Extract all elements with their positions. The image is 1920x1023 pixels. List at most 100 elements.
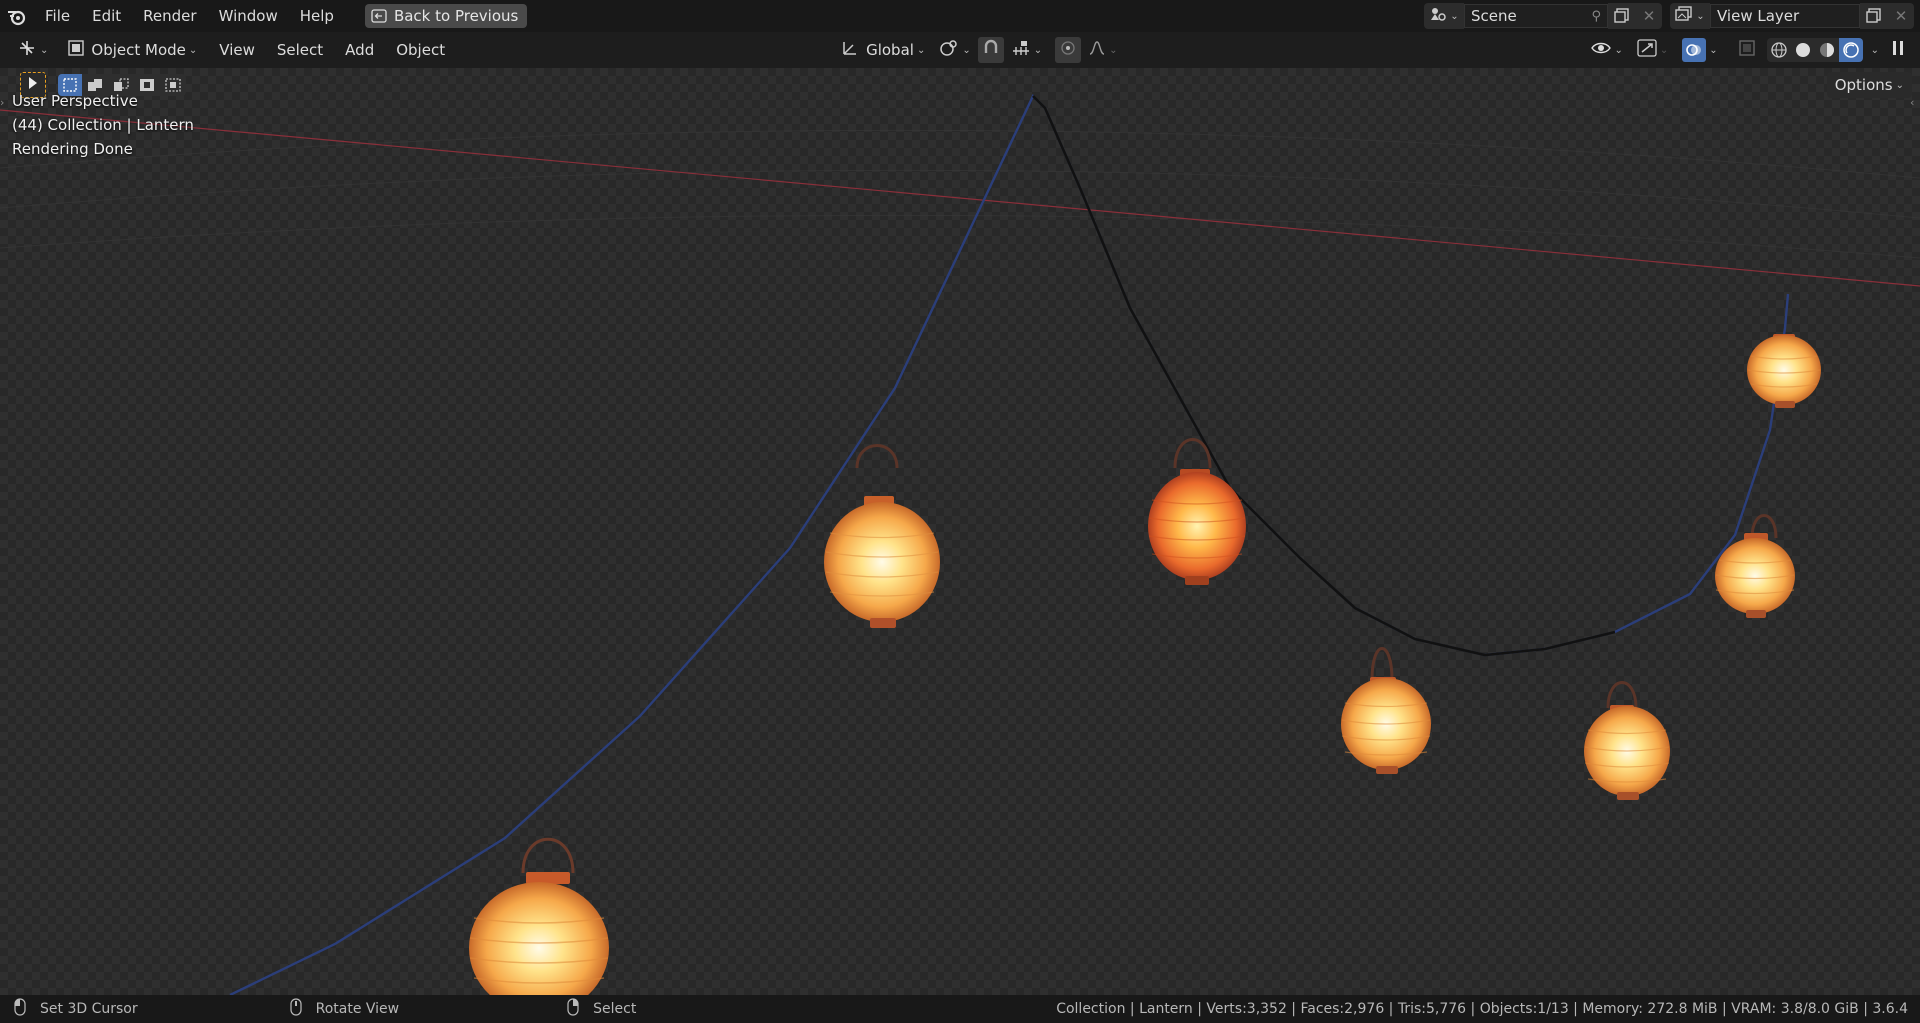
pause-icon [1891,39,1905,61]
viewport-header: ⌄ Object Mode ⌄ View Select Add Object Gl… [0,32,1920,68]
chevron-down-icon: ⌄ [1659,44,1669,56]
visibility-selector[interactable]: ⌄ [1584,37,1629,63]
chevron-down-icon: ⌄ [188,44,198,56]
view-layer-selector[interactable]: ⌄ [1670,3,1710,29]
status-left-mouse: Set 3D Cursor [14,998,138,1020]
mouse-right-icon [567,998,579,1020]
right-mouse-hint: Select [593,1001,637,1017]
lantern [1715,514,1795,618]
view-perspective-label: User Perspective [12,92,138,110]
chevron-down-icon: ⌄ [1696,10,1705,22]
overlay-toggle[interactable]: ⌄ [1675,37,1724,63]
chevron-down-icon: ⌄ [1870,44,1879,56]
scene-statistics: Collection | Lantern | Verts:3,352 | Fac… [1056,1001,1908,1017]
falloff-curve-icon [1088,40,1106,60]
mouse-left-icon [14,998,26,1020]
new-scene-icon[interactable] [1608,3,1636,29]
mode-label: Object Mode [91,41,186,59]
lantern [1148,438,1246,585]
status-right-mouse: Select [567,998,636,1020]
menu-edit[interactable]: Edit [81,2,132,30]
transform-orientation-selector[interactable]: Global ⌄ [834,37,932,63]
chevron-down-icon: ⌄ [1709,44,1718,56]
middle-mouse-hint: Rotate View [315,1001,400,1017]
lantern-wire [229,93,1790,995]
transform-orientation-icon [841,39,859,61]
chevron-down-icon: ⌄ [1614,44,1623,56]
scene-selector[interactable]: ⌄ [1424,3,1464,29]
wireframe-shading-icon[interactable] [1767,38,1791,62]
material-shading-icon[interactable] [1815,38,1839,62]
left-mouse-hint: Set 3D Cursor [40,1001,138,1017]
3d-viewport[interactable]: Options ⌄ › ‹ User Perspective (44) Colle… [0,68,1920,995]
sidebar-panel-toggle[interactable]: ‹ [1910,96,1920,116]
active-object-label: (44) Collection | Lantern [12,116,194,134]
lantern-wire-dark [1032,95,1616,657]
scene-render [0,93,1920,995]
pin-icon[interactable]: ⚲ [1591,9,1601,24]
proportional-edit-toggle[interactable] [1055,37,1082,63]
back-to-previous-button[interactable]: Back to Previous [364,4,528,28]
pause-render-button[interactable] [1884,37,1912,63]
toolbar-panel-toggle[interactable]: › [0,96,10,116]
editor-type-icon [17,39,37,61]
pivot-point-selector[interactable]: ⌄ [932,37,977,63]
lantern [824,444,940,628]
menu-window[interactable]: Window [208,2,289,30]
view-layer-name: View Layer [1717,7,1800,25]
xray-toggle[interactable] [1731,37,1763,63]
lantern [1747,334,1821,408]
solid-shading-icon[interactable] [1791,38,1815,62]
lantern [1584,681,1670,800]
gizmo-toggle[interactable]: ⌄ [1630,37,1675,63]
menu-help[interactable]: Help [289,2,345,30]
back-icon [371,9,387,23]
lantern [469,837,609,995]
render-status-label: Rendering Done [12,140,133,158]
menu-add[interactable]: Add [334,36,385,64]
chevron-down-icon: ⌄ [1109,44,1118,56]
mode-selector[interactable]: Object Mode ⌄ [61,37,204,63]
menu-render[interactable]: Render [132,2,207,30]
overlay-icon [1682,38,1707,62]
view-layer-name-field[interactable]: View Layer [1710,4,1860,28]
snap-icon [982,39,1000,61]
close-icon[interactable]: ✕ [1888,3,1914,29]
pivot-icon [939,39,959,61]
new-view-layer-icon[interactable] [1860,3,1888,29]
gizmo-icon [1637,39,1657,61]
status-middle-mouse: Rotate View [290,998,400,1020]
object-mode-icon [68,40,85,60]
mouse-middle-icon [290,998,302,1020]
top-bar: File Edit Render Window Help Back to Pre… [0,0,1920,32]
proportional-falloff-selector[interactable]: ⌄ [1081,37,1124,63]
options-label: Options [1834,76,1893,94]
snap-target-selector[interactable]: ⌄ [1004,37,1049,63]
editor-type-button[interactable]: ⌄ [10,37,55,63]
shading-options-dropdown[interactable]: ⌄ [1863,37,1884,63]
lantern [1341,647,1431,774]
visibility-icon [1591,40,1612,60]
back-to-previous-label: Back to Previous [393,7,519,25]
blender-logo-icon[interactable] [0,0,34,32]
x-axis-line [0,109,1920,287]
chevron-down-icon: ⌄ [916,44,926,56]
chevron-down-icon: ⌄ [1450,10,1459,22]
options-dropdown[interactable]: Options ⌄ [1826,72,1912,98]
grid-lines [0,129,1920,259]
scene-icon [1429,6,1447,26]
scene-name: Scene [1471,7,1517,25]
menu-file[interactable]: File [34,2,81,30]
proportional-edit-icon [1060,40,1076,60]
select-intersect-icon[interactable] [160,74,186,96]
scene-name-field[interactable]: Scene ⚲ [1464,4,1608,28]
rendered-shading-icon[interactable] [1838,38,1863,62]
chevron-down-icon: ⌄ [962,44,971,56]
menu-select[interactable]: Select [266,36,334,64]
status-bar: Set 3D Cursor Rotate View Select Collect… [0,995,1920,1023]
menu-view[interactable]: View [208,36,266,64]
chevron-down-icon: ⌄ [1895,79,1904,91]
snap-toggle[interactable] [977,37,1004,63]
close-icon[interactable]: ✕ [1636,3,1662,29]
menu-object[interactable]: Object [385,36,456,64]
